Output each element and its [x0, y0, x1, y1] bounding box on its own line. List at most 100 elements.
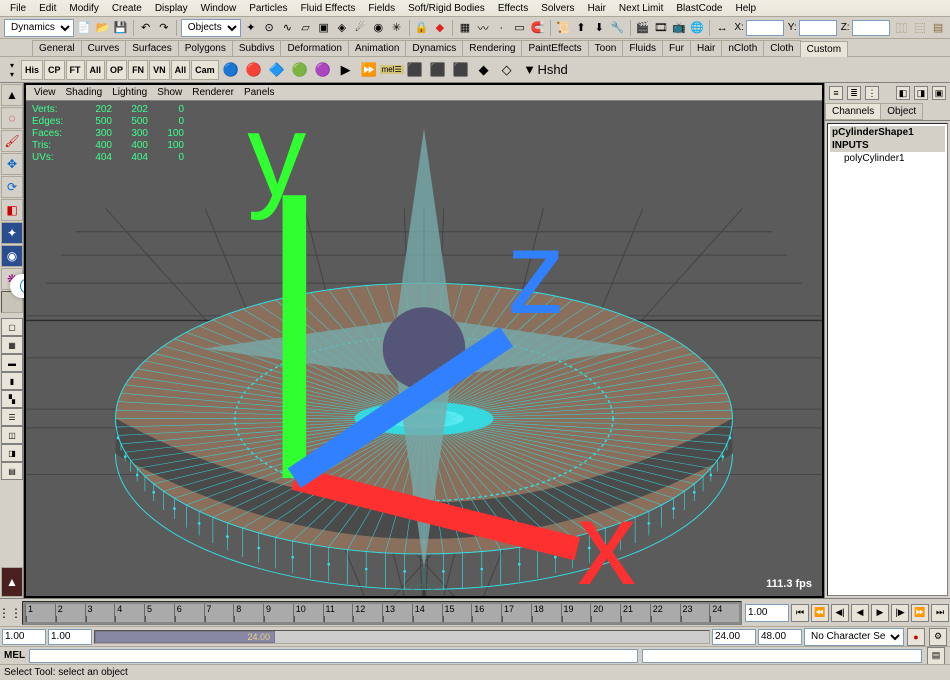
sel-render-icon[interactable]: ◉ — [370, 19, 386, 37]
shelf-menu-icon[interactable]: ▾▾ — [4, 59, 20, 81]
tb-open-icon[interactable]: 📂 — [94, 19, 110, 37]
timeline-tick[interactable]: 7 — [204, 604, 234, 622]
shelf-custom-icon-6[interactable]: ⏩ — [358, 59, 380, 81]
snap-grid-icon[interactable]: ▦ — [457, 19, 473, 37]
shelf-tab-ncloth[interactable]: nCloth — [721, 40, 764, 56]
play-fwd-button[interactable]: ▶ — [871, 604, 889, 622]
menu-particles[interactable]: Particles — [243, 1, 293, 16]
vp-menu-show[interactable]: Show — [153, 87, 186, 98]
channel-box-icon[interactable]: ▤ — [930, 19, 946, 37]
shelf-tab-cloth[interactable]: Cloth — [763, 40, 800, 56]
timeline-tick[interactable]: 18 — [531, 604, 561, 622]
sel-dynamic-icon[interactable]: ☄ — [352, 19, 368, 37]
shelf-custom-icon-9[interactable]: ⬛ — [427, 59, 449, 81]
step-fwd-button[interactable]: ⏩ — [911, 604, 929, 622]
time-slider-grip-icon[interactable]: ⋮⋮ — [0, 606, 20, 620]
shelf-custom-icon-5[interactable]: ▶ — [335, 59, 357, 81]
render-frame-icon[interactable]: 🎬 — [634, 19, 650, 37]
shelf-tab-animation[interactable]: Animation — [348, 40, 406, 56]
sel-surface-icon[interactable]: ▱ — [297, 19, 313, 37]
next-key-button[interactable]: |▶ — [891, 604, 909, 622]
menu-effects[interactable]: Effects — [492, 1, 534, 16]
channel-list-icon[interactable]: ≡ — [829, 86, 843, 100]
menu-nextlimit[interactable]: Next Limit — [613, 1, 669, 16]
range-slider-thumb[interactable]: 24.00 — [95, 631, 275, 643]
highlight-icon[interactable]: ◆ — [432, 19, 448, 37]
channel-list3-icon[interactable]: ⋮ — [865, 86, 879, 100]
shelf-custom-icon-7[interactable]: mel☰ — [381, 59, 403, 81]
menu-fluideffects[interactable]: Fluid Effects — [295, 1, 362, 16]
tb-redo-icon[interactable]: ↷ — [156, 19, 172, 37]
timeline-tick[interactable]: 12 — [352, 604, 382, 622]
range-in-input[interactable] — [48, 629, 92, 645]
layer-btn1-icon[interactable]: ◧ — [896, 86, 910, 100]
menu-display[interactable]: Display — [149, 1, 194, 16]
menu-help[interactable]: Help — [730, 1, 763, 16]
range-end-input[interactable] — [758, 629, 802, 645]
command-input[interactable] — [29, 649, 638, 663]
timeline-tick[interactable]: 20 — [590, 604, 620, 622]
menu-solvers[interactable]: Solvers — [535, 1, 580, 16]
sel-joint-icon[interactable]: ⊙ — [261, 19, 277, 37]
shelf-btn-vn[interactable]: VN — [149, 60, 170, 80]
layout-script[interactable]: ▤ — [1, 462, 23, 480]
ipr-icon[interactable]: 🎞 — [653, 19, 669, 37]
shelf-btn-all[interactable]: All — [86, 60, 106, 80]
shelf-btn-his[interactable]: His — [21, 60, 43, 80]
paint-select-tool[interactable]: 🖌 — [1, 130, 23, 152]
command-language-label[interactable]: MEL — [4, 650, 25, 661]
layout-two-h[interactable]: ▬ — [1, 354, 23, 372]
current-frame-input[interactable] — [745, 604, 789, 622]
menu-edit[interactable]: Edit — [33, 1, 62, 16]
snap-point-icon[interactable]: ∙ — [493, 19, 509, 37]
timeline-tick[interactable]: 16 — [471, 604, 501, 622]
shelf-btn-ft[interactable]: FT — [66, 60, 85, 80]
viewport[interactable]: ViewShadingLightingShowRendererPanels — [24, 83, 824, 598]
shape-node-name[interactable]: pCylinderShape1 — [830, 126, 945, 139]
shelf-custom-icon-8[interactable]: ⬛ — [404, 59, 426, 81]
soft-mod-tool[interactable]: ◉ — [1, 245, 23, 267]
play-back-button[interactable]: ◀ — [851, 604, 869, 622]
autokey-button[interactable]: ● — [907, 628, 925, 646]
universal-manip-tool[interactable]: ✦ — [1, 222, 23, 244]
ae-icon[interactable]: ⿲ — [894, 19, 910, 37]
shelf-custom-icon-11[interactable]: ◆ — [473, 59, 495, 81]
shelf-tab-fluids[interactable]: Fluids — [622, 40, 663, 56]
tool-settings-icon[interactable]: ⿳ — [912, 19, 928, 37]
snap-curve-icon[interactable]: 〰 — [475, 19, 491, 37]
vp-menu-panels[interactable]: Panels — [240, 87, 279, 98]
show-manip-icon[interactable]: ↔ — [714, 19, 730, 37]
shelf-tab-general[interactable]: General — [32, 40, 82, 56]
module-dropdown[interactable]: Dynamics — [4, 19, 74, 37]
channel-list2-icon[interactable]: ≣ — [847, 86, 861, 100]
coord-z-input[interactable] — [852, 20, 890, 36]
layer-btn2-icon[interactable]: ◨ — [914, 86, 928, 100]
shelf-tab-rendering[interactable]: Rendering — [462, 40, 522, 56]
shelf-btn-all[interactable]: All — [171, 60, 191, 80]
channel-box-body[interactable]: pCylinderShape1 INPUTS polyCylinder1 — [827, 123, 948, 596]
vp-menu-renderer[interactable]: Renderer — [188, 87, 238, 98]
menu-create[interactable]: Create — [106, 1, 148, 16]
menu-modify[interactable]: Modify — [63, 1, 104, 16]
sel-deform-icon[interactable]: ◈ — [334, 19, 350, 37]
layout-two-v[interactable]: ▮ — [1, 372, 23, 390]
scale-tool[interactable]: ◧ — [1, 199, 23, 221]
layout-persp-graph[interactable]: ◫ — [1, 426, 23, 444]
shelf-btn-op[interactable]: OP — [106, 60, 127, 80]
timeline-tick[interactable]: 21 — [620, 604, 650, 622]
channel-tab-channels[interactable]: Channels — [825, 103, 881, 120]
vp-menu-view[interactable]: View — [30, 87, 60, 98]
cg-output-icon[interactable]: ⬇ — [591, 19, 607, 37]
rotate-tool[interactable]: ⟳ — [1, 176, 23, 198]
timeline-tick[interactable]: 23 — [680, 604, 710, 622]
shelf-custom-icon-1[interactable]: 🔴 — [243, 59, 265, 81]
snap-live-icon[interactable]: 🧲 — [530, 19, 546, 37]
layout-three[interactable]: ▚ — [1, 390, 23, 408]
lasso-tool[interactable]: ◌ — [1, 107, 23, 129]
coord-y-input[interactable] — [799, 20, 837, 36]
layout-outliner[interactable]: ☰ — [1, 408, 23, 426]
render-globals-icon[interactable]: 🌐 — [689, 19, 705, 37]
timeline-tick[interactable]: 15 — [442, 604, 472, 622]
shelf-tab-toon[interactable]: Toon — [588, 40, 624, 56]
timeline-tick[interactable]: 4 — [114, 604, 144, 622]
